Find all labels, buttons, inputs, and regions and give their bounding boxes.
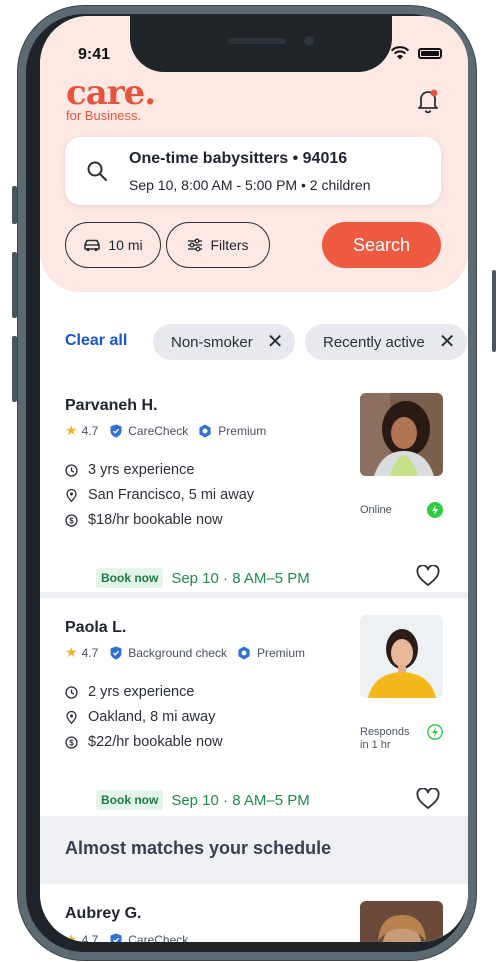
caregiver-name: Paola L.: [65, 619, 127, 636]
caregiver-name: Aubrey G.: [65, 905, 142, 922]
caregiver-photo[interactable]: [360, 901, 443, 942]
rating-value: 4.7: [81, 645, 99, 660]
status-time: 9:41: [78, 46, 111, 63]
section-heading: Almost matches your schedule: [65, 838, 332, 858]
rating-value: 4.7: [81, 932, 99, 943]
caregiver-card-aubrey[interactable]: Aubrey G. ★ 4.7 CareCheck: [40, 884, 468, 942]
location-row: Oakland, 8 mi away: [65, 709, 215, 725]
shield-check-icon: [110, 646, 122, 659]
clear-all-link[interactable]: Clear all: [65, 332, 127, 350]
experience-row: 3 yrs experience: [65, 462, 194, 478]
battery-icon: [418, 47, 442, 59]
volume-down-button: [12, 336, 17, 402]
car-icon: [84, 239, 101, 252]
book-now-badge: Book now: [96, 568, 164, 588]
star-icon: ★: [65, 422, 78, 438]
notification-bell-icon[interactable]: [416, 88, 440, 114]
book-now-row[interactable]: Book now Sep 10 · 8 AM–5 PM: [96, 790, 310, 810]
caregiver-photo[interactable]: [360, 615, 443, 698]
caregiver-card-paola[interactable]: Paola L. ★ 4.7 Background check Premium …: [40, 598, 468, 816]
sliders-icon: [188, 238, 203, 252]
location-text: Oakland, 8 mi away: [88, 709, 216, 725]
premium-label: Premium: [256, 645, 305, 660]
status-icons: [390, 46, 442, 60]
distance-label: 10 mi: [108, 237, 143, 253]
location-text: San Francisco, 5 mi away: [88, 487, 255, 503]
responsive-bolt-icon: [427, 724, 443, 740]
caregiver-card-parvaneh[interactable]: Parvaneh H. ★ 4.7 CareCheck Premium 3 yr…: [40, 376, 468, 592]
search-icon: [87, 161, 107, 181]
search-summary-card[interactable]: One-time babysitters • 94016 Sep 10, 8:0…: [65, 137, 441, 205]
check-label: CareCheck: [128, 932, 189, 943]
search-title: One-time babysitters • 94016: [129, 150, 348, 167]
wifi-icon: [390, 46, 410, 60]
location-row: San Francisco, 5 mi away: [65, 487, 254, 503]
experience-row: 2 yrs experience: [65, 684, 194, 700]
star-icon: ★: [65, 644, 78, 660]
front-camera: [304, 36, 314, 46]
book-now-badge: Book now: [96, 790, 164, 810]
dollar-icon: $: [65, 735, 78, 749]
search-header: 9:41 care. for Business. One-time babysi…: [40, 16, 468, 292]
check-label: CareCheck: [128, 423, 189, 438]
active-filters-row: Clear all Non-smoker ✕ Recently active ✕: [40, 322, 468, 362]
availability-status: Online: [360, 504, 392, 516]
device-notch: [130, 16, 392, 72]
power-button: [492, 270, 496, 352]
volume-up-button: [12, 252, 17, 318]
rate-row: $ $22/hr bookable now: [65, 734, 223, 750]
mute-switch: [12, 186, 17, 224]
book-now-row[interactable]: Book now Sep 10 · 8 AM–5 PM: [96, 568, 310, 588]
star-icon: ★: [65, 931, 78, 942]
filters-button[interactable]: Filters: [166, 222, 270, 268]
favorite-heart-icon[interactable]: [416, 565, 440, 587]
rating-value: 4.7: [81, 423, 99, 438]
almost-matches-section: Almost matches your schedule: [40, 816, 468, 884]
check-label: Background check: [128, 645, 227, 660]
chip-label: Recently active: [323, 333, 425, 351]
logo-word: care.: [66, 73, 156, 113]
availability-status: Responds in 1 hr: [360, 726, 410, 752]
book-time: Sep 10 · 8 AM–5 PM: [171, 569, 310, 587]
shield-check-icon: [110, 933, 122, 942]
rate-row: $ $18/hr bookable now: [65, 512, 223, 528]
premium-badge-icon: [238, 646, 250, 659]
premium-label: Premium: [218, 423, 267, 438]
rate-text: $22/hr bookable now: [88, 734, 223, 750]
location-pin-icon: [66, 710, 77, 724]
search-subtitle: Sep 10, 8:00 AM - 5:00 PM • 2 children: [129, 177, 371, 193]
svg-text:$: $: [69, 738, 74, 747]
premium-badge-icon: [199, 424, 211, 437]
book-time: Sep 10 · 8 AM–5 PM: [171, 791, 310, 809]
availability-line-2: in 1 hr: [360, 739, 391, 751]
care-logo: care. for Business.: [66, 73, 156, 123]
online-bolt-icon: [427, 502, 443, 518]
close-icon[interactable]: ✕: [439, 332, 456, 352]
distance-button[interactable]: 10 mi: [65, 222, 161, 268]
experience-text: 3 yrs experience: [88, 462, 195, 478]
clock-icon: [65, 463, 78, 477]
availability-line-1: Responds: [360, 726, 410, 738]
caregiver-meta: ★ 4.7 CareCheck Premium: [65, 422, 266, 439]
caregiver-photo[interactable]: [360, 393, 443, 476]
app-screen: 9:41 care. for Business. One-time babysi…: [40, 16, 468, 942]
shield-check-icon: [110, 424, 122, 437]
filter-chip-recently-active[interactable]: Recently active ✕: [305, 324, 468, 360]
favorite-heart-icon[interactable]: [416, 788, 440, 810]
rate-text: $18/hr bookable now: [88, 512, 223, 528]
close-icon[interactable]: ✕: [267, 332, 284, 352]
chip-label: Non-smoker: [171, 333, 253, 351]
speaker-grille: [228, 38, 286, 44]
location-pin-icon: [66, 488, 77, 502]
svg-text:$: $: [69, 516, 74, 525]
dollar-icon: $: [65, 513, 78, 527]
caregiver-meta: ★ 4.7 Background check Premium: [65, 644, 305, 661]
filter-chip-non-smoker[interactable]: Non-smoker ✕: [153, 324, 296, 360]
caregiver-name: Parvaneh H.: [65, 397, 158, 414]
clock-icon: [65, 685, 78, 699]
caregiver-meta: ★ 4.7 CareCheck: [65, 931, 188, 942]
search-button[interactable]: Search: [322, 222, 441, 268]
experience-text: 2 yrs experience: [88, 684, 195, 700]
filters-label: Filters: [210, 237, 249, 253]
